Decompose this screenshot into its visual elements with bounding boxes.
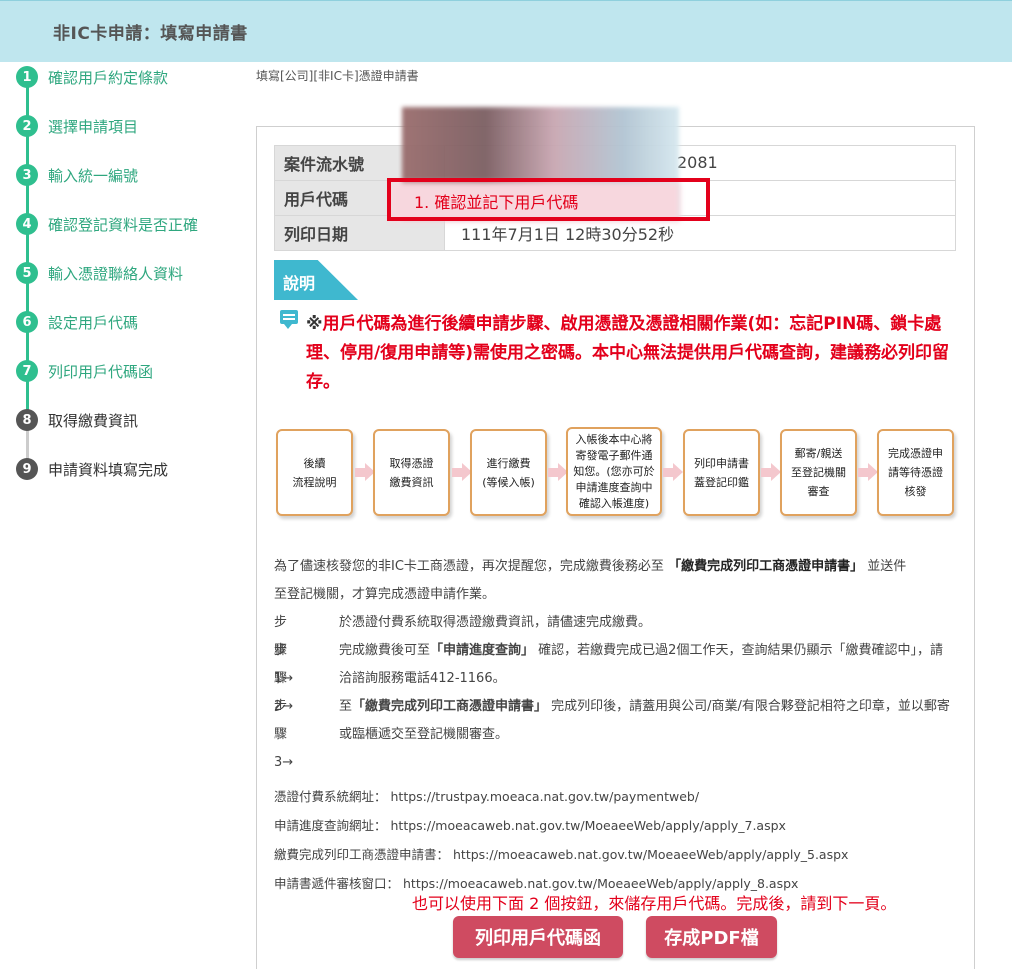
step-item-7[interactable]: 7 列印用戶代碼函 [16,359,153,383]
intro-paragraph: 為了儘速核發您的非IC卡工商憑證，再次提醒您，完成繳費後務必至 「繳費完成列印工… [274,559,907,602]
flow-arrow-icon [452,463,472,481]
step-item-2[interactable]: 2 選擇申請項目 [16,114,138,138]
save-hint-text: 也可以使用下面 2 個按鈕，來儲存用戶代碼。完成後，請到下一頁。 [412,894,897,913]
flow-step-1: 後續 流程說明 [276,429,353,516]
flow-arrow-icon [858,463,878,481]
step-label: 申請資料填寫完成 [48,460,169,479]
flow-step-2: 取得憑證 繳費資訊 [373,429,450,516]
flow-step-7: 完成憑證申 請等待憑證核發 [877,429,954,516]
user-code-notice: ※用戶代碼為進行後續申請步驟、啟用憑證及憑證相關作業(如：忘記PIN碼、鎖卡處理… [306,310,964,397]
step-label: 確認用戶約定條款 [48,68,169,87]
print-form-url-link[interactable]: https://moeacaweb.nat.gov.tw/MoeaeeWeb/a… [453,847,848,862]
step-label: 確認登記資料是否正確 [48,215,199,234]
step-label: 取得繳費資訊 [48,411,139,430]
print-user-code-button[interactable]: 列印用戶代碼函 [453,916,623,958]
step-number: 7 [16,360,38,382]
step-number: 3 [16,164,38,186]
step-label: 列印用戶代碼函 [48,362,154,381]
step-number: 1 [16,66,38,88]
page-header: 非IC卡申請：填寫申請書 [0,0,1012,62]
url-row-payment: 憑證付費系統網址： https://trustpay.moeaca.nat.go… [274,789,700,804]
step-number: 4 [16,213,38,235]
step-item-9: 9 申請資料填寫完成 [16,457,168,481]
annotation-text: 1. 確認並記下用戶代碼 [414,193,579,212]
save-pdf-button[interactable]: 存成PDF檔 [646,916,777,958]
flow-step-4: 入帳後本中心將寄發電子郵件通知您。(您亦可於申請進度查詢中確認入帳進度) [566,427,662,516]
step-item-6[interactable]: 6 設定用戶代碼 [16,310,138,334]
step-number: 9 [16,458,38,480]
flow-step-3: 進行繳費 (等候入帳) [470,429,547,516]
step-number: 5 [16,262,38,284]
step-number: 2 [16,115,38,137]
step-sidebar: 1 確認用戶約定條款 2 選擇申請項目 3 輸入統一編號 4 確認登記資料是否正確 5輸… [0,62,240,502]
url-row-progress: 申請進度查詢網址： https://moeacaweb.nat.gov.tw/M… [274,818,786,833]
flow-step-6: 郵寄/親送 至登記機關審查 [780,429,857,516]
step-label: 輸入憑證聯絡人資料 [48,264,184,283]
step-number: 8 [16,409,38,431]
url-row-print-form: 繳費完成列印工商憑證申請書： https://moeacaweb.nat.gov… [274,847,849,862]
step-label: 設定用戶代碼 [48,313,139,332]
step-label: 選擇申請項目 [48,117,139,136]
case-number-visible-digits: 2081 [677,153,718,172]
note-icon [280,310,298,329]
step-number: 6 [16,311,38,333]
flow-step-5: 列印申請書 蓋登記印鑑 [683,429,760,516]
step-item-4[interactable]: 4 確認登記資料是否正確 [16,212,198,236]
apply-form-link-text: 「繳費完成列印工商憑證申請書」 [668,559,864,574]
explain-tag-label: 說明 [283,274,316,293]
notice-prefix: ※ [306,314,323,334]
step-item-1[interactable]: 1 確認用戶約定條款 [16,65,168,89]
step-item-3[interactable]: 3 輸入統一編號 [16,163,138,187]
step-item-5[interactable]: 5 輸入憑證聯絡人資料 [16,261,183,285]
breadcrumb: 填寫[公司][非IC卡]憑證申請書 [256,69,419,83]
submit-window-url-link[interactable]: https://moeacaweb.nat.gov.tw/MoeaeeWeb/a… [403,876,798,891]
page-title: 非IC卡申請：填寫申請書 [53,24,248,44]
step-item-8: 8 取得繳費資訊 [16,408,138,432]
flow-arrow-icon [663,463,683,481]
flow-arrow-icon [355,463,375,481]
flow-arrow-icon [761,463,781,481]
payment-url-link[interactable]: https://trustpay.moeaca.nat.gov.tw/payme… [391,789,700,804]
step-label: 輸入統一編號 [48,166,139,185]
progress-url-link[interactable]: https://moeacaweb.nat.gov.tw/MoeaeeWeb/a… [391,818,786,833]
flow-arrow-icon [548,463,568,481]
notice-text: 用戶代碼為進行後續申請步驟、啟用憑證及憑證相關作業(如：忘記PIN碼、鎖卡處理、… [306,314,949,392]
main-panel [256,126,975,969]
